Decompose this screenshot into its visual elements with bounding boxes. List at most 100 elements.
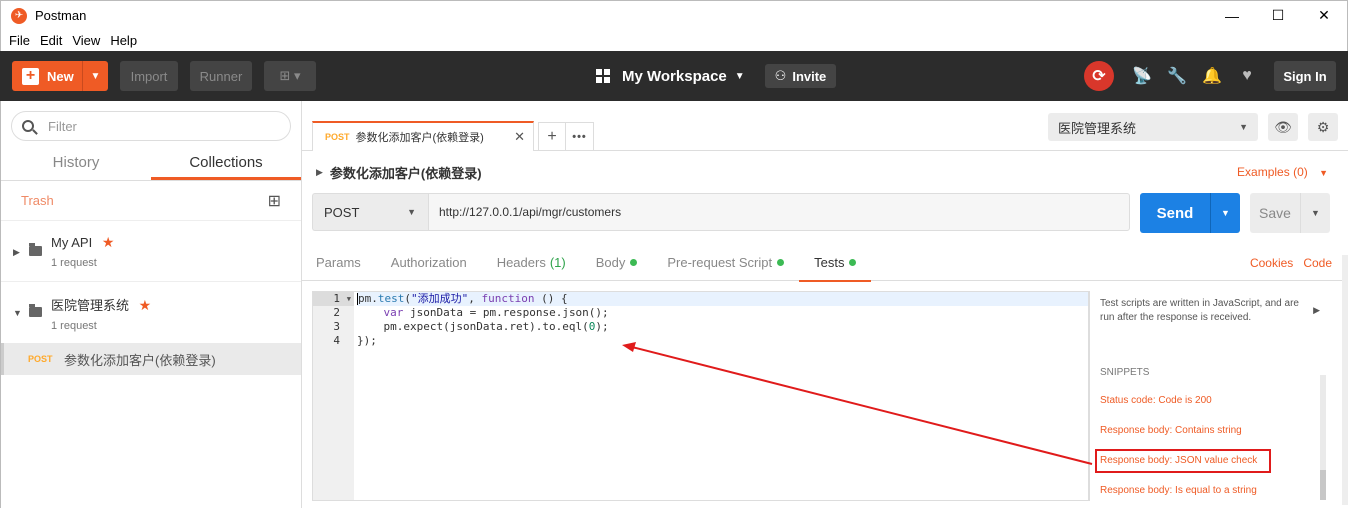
tab-authorization[interactable]: Authorization: [391, 245, 467, 281]
code-token: function: [481, 292, 535, 305]
save-dropdown-button[interactable]: ▼: [1300, 193, 1330, 233]
examples-label: Examples (0): [1237, 165, 1308, 179]
snippet-json-value-check[interactable]: Response body: JSON value check: [1095, 449, 1271, 473]
postman-logo-icon: ✈: [11, 7, 27, 24]
snippets-panel: Test scripts are written in JavaScript, …: [1089, 291, 1332, 501]
code-token: jsonData = pm.response.json();: [403, 306, 609, 319]
page-scrollbar[interactable]: [1342, 255, 1348, 505]
code-area[interactable]: pm.test("添加成功", function () { var jsonDa…: [354, 292, 1088, 500]
url-input[interactable]: http://127.0.0.1/api/mgr/customers: [428, 193, 1130, 231]
tab-collections[interactable]: Collections: [151, 151, 301, 180]
maximize-button[interactable]: ☐: [1255, 1, 1301, 31]
tab-history[interactable]: History: [1, 151, 151, 180]
line-number: 4: [333, 334, 340, 347]
new-button-label: New: [47, 68, 74, 84]
request-sub-tabs: Params Authorization Headers (1) Body Pre…: [302, 245, 1348, 282]
wrench-icon[interactable]: 🔧: [1165, 66, 1189, 86]
snippet-equal-string[interactable]: Response body: Is equal to a string: [1100, 484, 1332, 498]
eye-icon[interactable]: 👁: [1268, 113, 1298, 141]
save-button[interactable]: Save ▼: [1250, 193, 1330, 233]
import-button[interactable]: Import: [120, 61, 178, 91]
status-dot: [777, 259, 785, 266]
save-label: Save: [1259, 205, 1291, 221]
snippet-status-code[interactable]: Status code: Code is 200: [1100, 394, 1332, 408]
trash-link[interactable]: Trash: [21, 193, 54, 208]
bell-icon[interactable]: 🔔: [1200, 66, 1224, 86]
snippets-heading: SNIPPETS: [1100, 367, 1150, 378]
gear-icon[interactable]: ⚙: [1308, 113, 1338, 141]
code-token: test: [377, 292, 405, 305]
tab-headers[interactable]: Headers (1): [497, 245, 566, 281]
tab-body[interactable]: Body: [596, 245, 638, 281]
menu-file[interactable]: File: [9, 33, 30, 48]
send-label: Send: [1156, 204, 1194, 222]
cookies-link[interactable]: Cookies: [1250, 256, 1293, 270]
status-dot: [849, 259, 857, 266]
chevron-right-icon[interactable]: ▶: [1313, 305, 1320, 316]
window-titlebar: ✈ Postman — ☐ ✕: [0, 0, 1348, 30]
chevron-down-icon: ▼: [407, 207, 416, 217]
collection-hospital[interactable]: ▼ 医院管理系统 ★ 1 request: [1, 282, 301, 343]
tests-code-editor[interactable]: 1 ▼ 2 3 4 pm.test("添加成功", function () { v…: [312, 291, 1089, 501]
new-collection-icon[interactable]: ⊞: [268, 191, 281, 211]
star-icon: ★: [101, 234, 115, 250]
collection-count: 1 request: [51, 320, 97, 332]
tab-prerequest-script[interactable]: Pre-request Script: [667, 245, 785, 281]
filter-input[interactable]: Filter: [11, 111, 291, 141]
snippets-description: Test scripts are written in JavaScript, …: [1100, 298, 1299, 323]
more-tabs-button[interactable]: •••: [566, 122, 594, 150]
minimize-button[interactable]: —: [1209, 1, 1255, 31]
new-window-button[interactable]: ⊞ ▾: [264, 61, 316, 91]
tab-request-name: 参数化添加客户(依赖登录): [355, 132, 484, 144]
code-line: pm.expect(jsonData.ret).to.eql(0);: [357, 320, 1088, 334]
send-dropdown-button[interactable]: ▼: [1210, 193, 1240, 233]
snippets-scrollbar[interactable]: [1320, 375, 1326, 500]
tab-params-label: Params: [316, 255, 361, 270]
fold-icon[interactable]: ▼: [347, 292, 351, 306]
invite-label: Invite: [792, 68, 827, 84]
request-name-row: ▶ 参数化添加客户(依赖登录) Examples (0) ▼: [302, 151, 1348, 193]
runner-button[interactable]: Runner: [190, 61, 252, 91]
close-icon[interactable]: ✕: [514, 129, 525, 145]
tab-params[interactable]: Params: [316, 245, 361, 281]
satellite-icon[interactable]: 📡: [1130, 66, 1154, 86]
code-token: () {: [534, 292, 568, 305]
request-tab[interactable]: POST 参数化添加客户(依赖登录) ✕: [312, 121, 534, 151]
new-button[interactable]: + New ▼: [12, 61, 108, 91]
menu-view[interactable]: View: [72, 33, 100, 48]
code-token: "添加成功": [411, 292, 469, 305]
line-gutter: 1 ▼ 2 3 4: [313, 292, 354, 500]
workspace-switcher[interactable]: My Workspace ▼ ⚇ Invite: [596, 51, 837, 101]
request-name: 参数化添加客户(依赖登录): [64, 352, 216, 368]
chevron-right-icon[interactable]: ▶: [316, 167, 323, 178]
environment-select[interactable]: 医院管理系统 ▼: [1048, 113, 1258, 141]
method-select[interactable]: POST ▼: [312, 193, 428, 231]
chevron-down-icon[interactable]: ▼: [13, 308, 22, 318]
folder-icon: [29, 243, 42, 256]
chevron-right-icon[interactable]: ▶: [13, 247, 20, 258]
sign-in-button[interactable]: Sign In: [1274, 61, 1336, 91]
close-window-button[interactable]: ✕: [1301, 1, 1347, 31]
menu-bar: File Edit View Help: [0, 30, 1348, 51]
tab-headers-label: Headers: [496, 255, 546, 270]
examples-dropdown[interactable]: Examples (0) ▼: [1237, 165, 1328, 179]
collection-name: 医院管理系统: [51, 298, 130, 313]
snippet-contains-string[interactable]: Response body: Contains string: [1100, 424, 1332, 438]
scrollbar-thumb[interactable]: [1320, 470, 1326, 500]
heart-icon[interactable]: ♥: [1235, 67, 1259, 85]
send-button[interactable]: Send ▼: [1140, 193, 1240, 233]
add-tab-button[interactable]: +: [538, 122, 566, 150]
new-dropdown-button[interactable]: ▼: [82, 61, 108, 91]
collection-my-api[interactable]: ▶ My API ★ 1 request: [1, 221, 301, 282]
code-link[interactable]: Code: [1303, 256, 1332, 270]
sidebar-request-item[interactable]: POST 参数化添加客户(依赖登录): [1, 343, 301, 375]
invite-button[interactable]: ⚇ Invite: [764, 64, 837, 88]
menu-help[interactable]: Help: [110, 33, 137, 48]
sync-icon[interactable]: ⟳: [1084, 61, 1114, 91]
line-number: 3: [333, 320, 340, 333]
tab-tests[interactable]: Tests: [799, 245, 872, 282]
chevron-down-icon: ▼: [1239, 122, 1248, 132]
method-value: POST: [324, 204, 360, 220]
menu-edit[interactable]: Edit: [40, 33, 62, 48]
add-window-icon: ⊞ ▾: [279, 68, 301, 83]
